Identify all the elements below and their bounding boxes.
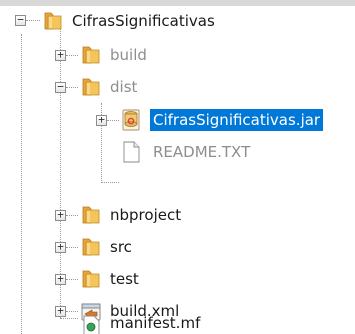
folder-icon [80, 205, 102, 225]
tree-node-label: CifrasSignificativas [72, 12, 215, 30]
folder-icon [80, 237, 102, 257]
tree-node-jar[interactable]: + CifrasSignificativas.jar [0, 105, 355, 135]
collapse-toggle[interactable]: − [55, 81, 66, 93]
expand-toggle[interactable]: + [55, 49, 66, 61]
tree-node-label-selected: CifrasSignificativas.jar [150, 109, 324, 131]
tree-node-label: test [110, 270, 139, 288]
tree-node-test[interactable]: + test [0, 264, 355, 294]
text-file-icon [120, 141, 142, 163]
tree-node-nbproject[interactable]: + nbproject [0, 200, 355, 230]
folder-icon [80, 77, 102, 97]
tree-connector-line [101, 182, 119, 183]
expand-toggle[interactable]: + [55, 209, 66, 221]
tree-node-label: dist [110, 78, 138, 96]
tree-node-label: manifest.mf [110, 314, 201, 332]
expand-toggle[interactable]: + [55, 273, 66, 285]
tree-node-readme[interactable]: README.TXT [0, 137, 355, 167]
tree-node-build[interactable]: + build [0, 40, 355, 70]
tree-node-project[interactable]: − CifrasSignificativas [0, 6, 355, 36]
tree-node-dist[interactable]: − dist [0, 72, 355, 102]
jar-file-icon [120, 109, 142, 131]
tree-node-label: nbproject [110, 206, 182, 224]
folder-icon [80, 269, 102, 289]
collapse-toggle[interactable]: − [15, 14, 26, 26]
manifest-file-icon [80, 315, 102, 334]
tree-node-manifest[interactable]: manifest.mf [0, 312, 355, 334]
tree-node-label: README.TXT [153, 143, 251, 161]
tree-node-src[interactable]: + src [0, 232, 355, 262]
folder-icon [80, 45, 102, 65]
tree-node-label: build [110, 46, 147, 64]
project-folder-icon [42, 11, 64, 31]
expand-toggle[interactable]: + [96, 114, 107, 126]
expand-toggle[interactable]: + [55, 241, 66, 253]
tree-node-label: src [110, 238, 132, 256]
